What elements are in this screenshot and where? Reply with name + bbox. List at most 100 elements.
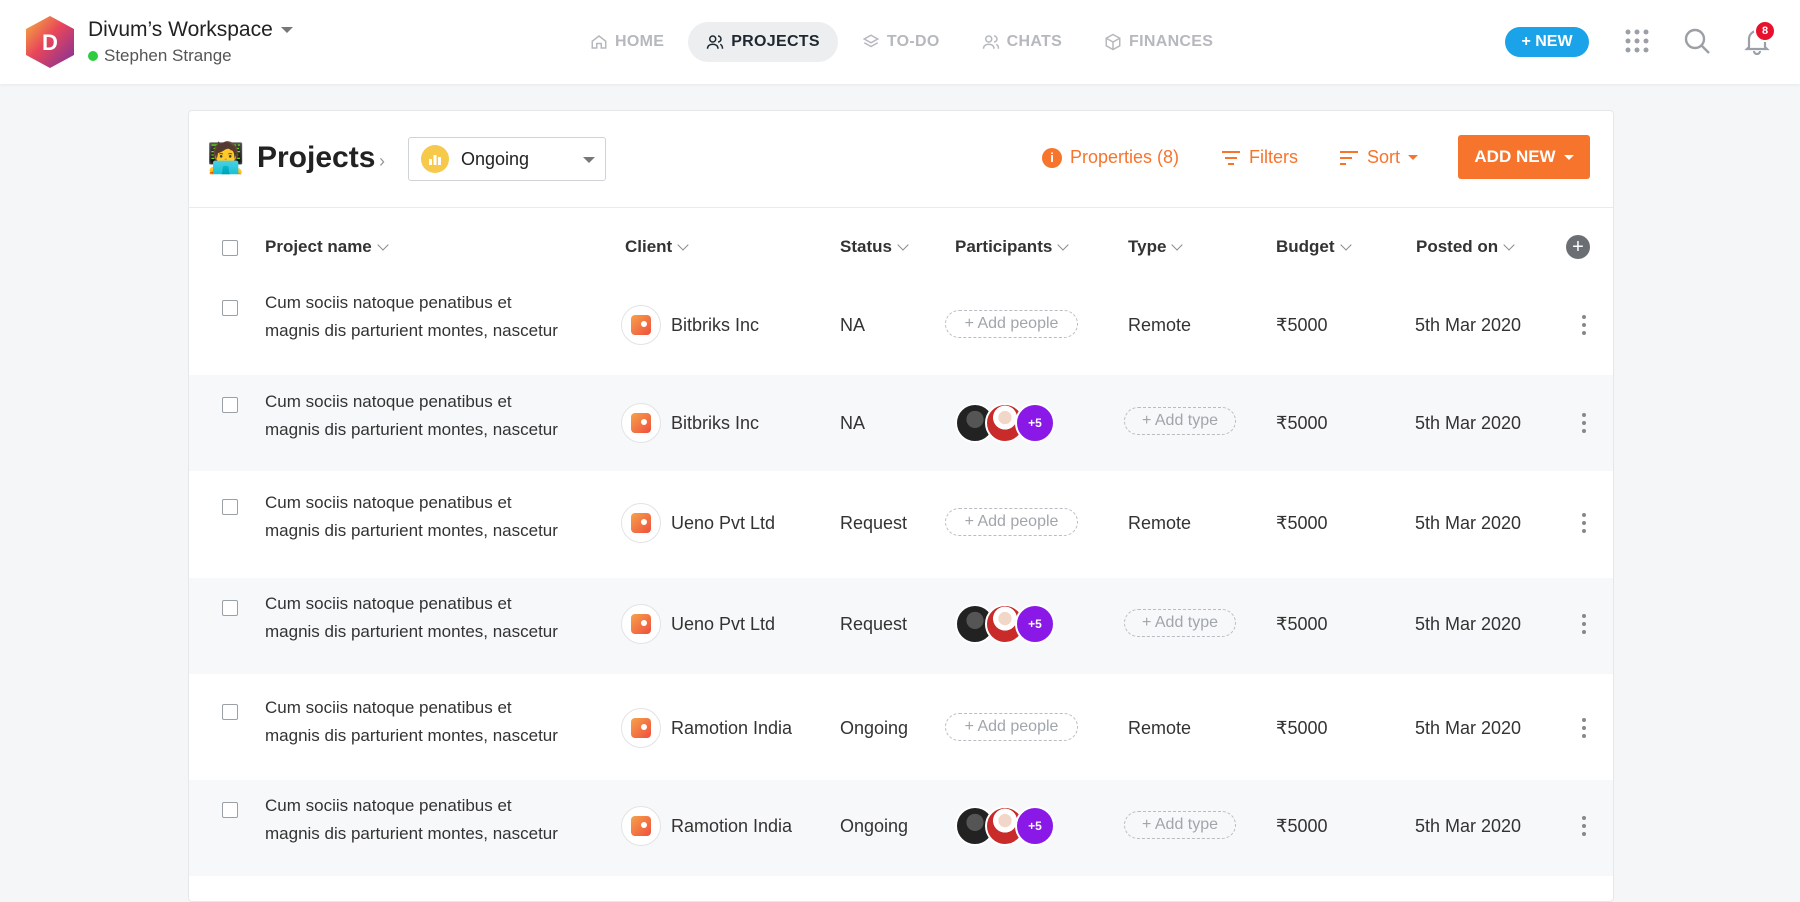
- breadcrumb-separator-icon: ›: [379, 151, 385, 171]
- box-icon: [1105, 33, 1121, 51]
- online-status-icon: [88, 51, 98, 61]
- nav-finances-label: FINANCES: [1129, 33, 1214, 50]
- filters-button[interactable]: Filters: [1221, 147, 1298, 168]
- column-header-posted-on[interactable]: Posted on: [1416, 237, 1515, 257]
- more-participants-badge: +5: [1015, 604, 1055, 644]
- chevron-down-icon: [1171, 239, 1184, 251]
- column-header-client[interactable]: Client: [625, 237, 689, 257]
- table-row[interactable]: Cum sociis natoque penatibus et magnis di…: [189, 471, 1613, 567]
- add-new-button[interactable]: ADD NEW: [1458, 135, 1590, 179]
- add-type-button[interactable]: + Add type: [1124, 609, 1236, 637]
- table-row[interactable]: Cum sociis natoque penatibus et magnis di…: [189, 578, 1613, 674]
- chevron-down-icon: [1503, 239, 1515, 251]
- row-checkbox[interactable]: [222, 600, 238, 616]
- project-name: Cum sociis natoque penatibus et magnis di…: [265, 392, 558, 439]
- search-icon[interactable]: [1682, 26, 1712, 56]
- top-bar: D Divum’s Workspace Stephen Strange HOME…: [0, 0, 1800, 84]
- chevron-down-icon: [677, 239, 689, 251]
- table-row[interactable]: Cum sociis natoque penatibus et magnis di…: [189, 279, 1613, 375]
- budget-text: ₹5000: [1276, 413, 1328, 433]
- select-all-checkbox[interactable]: [222, 240, 238, 256]
- column-header-status[interactable]: Status: [840, 237, 909, 257]
- column-header-participants[interactable]: Participants: [955, 237, 1069, 257]
- project-name: Cum sociis natoque penatibus et magnis di…: [265, 796, 558, 843]
- add-type-button[interactable]: + Add type: [1124, 407, 1236, 435]
- nav-projects[interactable]: PROJECTS: [688, 22, 838, 62]
- table-row[interactable]: Cum sociis natoque penatibus et magnis di…: [189, 780, 1613, 876]
- nav-todo[interactable]: TO-DO: [844, 22, 958, 62]
- nav-home[interactable]: HOME: [572, 22, 682, 62]
- add-column-icon[interactable]: +: [1566, 235, 1590, 259]
- client-logo-icon: [621, 305, 661, 345]
- type-text: Remote: [1128, 513, 1192, 533]
- client-logo-icon: [621, 604, 661, 644]
- row-checkbox[interactable]: [222, 802, 238, 818]
- status-text: Request: [840, 614, 908, 634]
- column-header-budget[interactable]: Budget: [1276, 237, 1352, 257]
- add-new-label: ADD NEW: [1474, 147, 1556, 166]
- posted-date: 5th Mar 2020: [1415, 513, 1522, 533]
- properties-button[interactable]: i Properties (8): [1042, 147, 1179, 168]
- status-chart-icon: [421, 145, 449, 173]
- posted-date: 5th Mar 2020: [1415, 315, 1522, 335]
- status-text: NA: [840, 315, 866, 335]
- layers-icon: [862, 34, 880, 48]
- sort-button[interactable]: Sort: [1339, 147, 1419, 168]
- apps-grid-icon[interactable]: [1622, 26, 1652, 56]
- workspace-logo[interactable]: D: [24, 14, 76, 70]
- posted-date: 5th Mar 2020: [1415, 816, 1522, 836]
- row-checkbox[interactable]: [222, 704, 238, 720]
- more-participants-badge: +5: [1015, 806, 1055, 846]
- row-menu-icon[interactable]: [1582, 816, 1586, 836]
- row-checkbox[interactable]: [222, 300, 238, 316]
- chevron-down-icon: [1057, 239, 1069, 251]
- posted-date: 5th Mar 2020: [1415, 614, 1522, 634]
- current-user: Stephen Strange: [88, 46, 232, 66]
- row-menu-icon[interactable]: [1582, 413, 1586, 433]
- type-text: Remote: [1128, 718, 1192, 738]
- add-type-button[interactable]: + Add type: [1124, 811, 1236, 839]
- client-cell: Bitbriks Inc: [621, 403, 759, 443]
- client-cell: Ramotion India: [621, 708, 792, 748]
- status-filter-select[interactable]: Ongoing: [408, 137, 606, 181]
- column-header-project-name[interactable]: Project name: [265, 237, 389, 257]
- client-cell: Bitbriks Inc: [621, 305, 759, 345]
- participants-avatars[interactable]: +5: [955, 806, 1055, 846]
- people-icon: [982, 35, 999, 49]
- workspace-name: Divum’s Workspace: [88, 18, 273, 41]
- posted-date: 5th Mar 2020: [1415, 718, 1522, 738]
- add-people-button[interactable]: + Add people: [945, 713, 1078, 741]
- chevron-down-icon: [897, 239, 909, 251]
- column-header-type[interactable]: Type: [1128, 237, 1184, 257]
- new-button[interactable]: + NEW: [1505, 27, 1589, 57]
- more-participants-badge: +5: [1015, 403, 1055, 443]
- filter-icon: [1222, 150, 1240, 165]
- workspace-switcher[interactable]: Divum’s Workspace: [88, 18, 293, 42]
- row-checkbox[interactable]: [222, 397, 238, 413]
- client-logo-icon: [621, 503, 661, 543]
- chevron-down-icon: [377, 239, 389, 251]
- row-checkbox[interactable]: [222, 499, 238, 515]
- table-row[interactable]: Cum sociis natoque penatibus et magnis di…: [189, 375, 1613, 471]
- nav-finances[interactable]: FINANCES: [1086, 22, 1231, 62]
- filters-label: Filters: [1249, 147, 1298, 167]
- row-menu-icon[interactable]: [1582, 315, 1586, 335]
- notification-badge: 8: [1754, 20, 1776, 42]
- row-menu-icon[interactable]: [1582, 718, 1586, 738]
- client-cell: Ueno Pvt Ltd: [621, 604, 775, 644]
- add-people-button[interactable]: + Add people: [945, 508, 1078, 536]
- participants-avatars[interactable]: +5: [955, 604, 1055, 644]
- chevron-down-icon: [1563, 154, 1574, 160]
- row-menu-icon[interactable]: [1582, 614, 1586, 634]
- status-text: Request: [840, 513, 908, 533]
- add-people-button[interactable]: + Add people: [945, 310, 1078, 338]
- user-name: Stephen Strange: [104, 46, 232, 65]
- participants-avatars[interactable]: +5: [955, 403, 1055, 443]
- posted-date: 5th Mar 2020: [1415, 413, 1522, 433]
- client-logo-icon: [621, 806, 661, 846]
- table-row[interactable]: Cum sociis natoque penatibus et magnis di…: [189, 674, 1613, 770]
- nav-chats[interactable]: CHATS: [964, 22, 1080, 62]
- nav-home-label: HOME: [615, 33, 665, 50]
- page-title: Projects: [257, 141, 376, 174]
- row-menu-icon[interactable]: [1582, 513, 1586, 533]
